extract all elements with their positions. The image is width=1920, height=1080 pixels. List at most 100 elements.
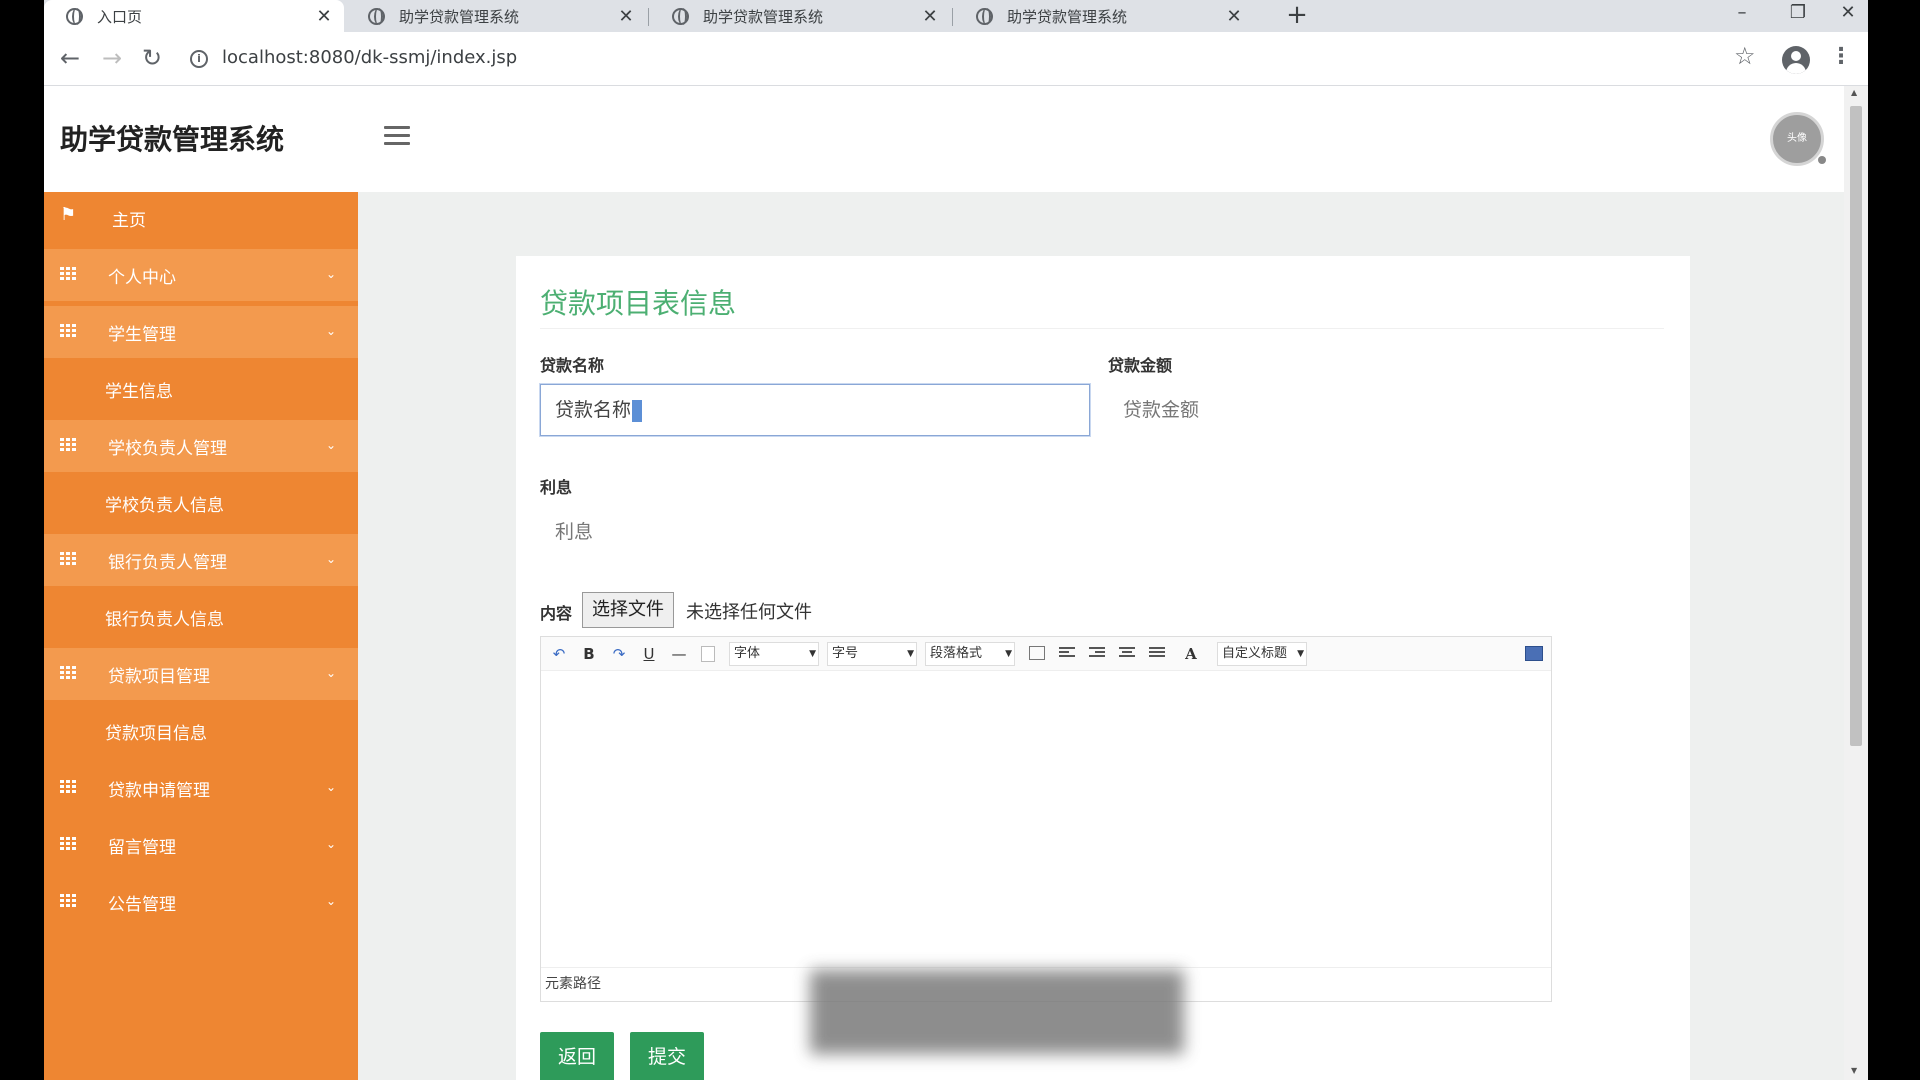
sidebar-item-school-manager-info[interactable]: 学校负责人信息 — [44, 477, 358, 529]
tab-entry-page[interactable]: 入口页 ✕ — [44, 0, 344, 32]
redo-icon[interactable]: ↷ — [609, 643, 629, 665]
loan-amount-input[interactable]: 贷款金额 — [1108, 384, 1658, 436]
align-center-icon[interactable] — [1119, 647, 1135, 661]
new-tab-button[interactable]: + — [1282, 1, 1312, 31]
interest-label: 利息 — [540, 478, 573, 497]
url-field[interactable]: localhost:8080/dk-ssmj/index.jsp — [222, 47, 517, 68]
underline-button[interactable]: U — [639, 643, 659, 665]
tab-title: 入口页 — [97, 7, 143, 26]
custom-title-select[interactable]: 自定义标题 ▼ — [1217, 642, 1307, 666]
close-icon[interactable]: ✕ — [616, 6, 636, 27]
globe-icon — [976, 7, 993, 25]
sidebar-item-loan-project-management[interactable]: 贷款项目管理 ⌄ — [44, 648, 358, 700]
restore-button[interactable]: ❐ — [1778, 0, 1818, 28]
align-justify-icon[interactable] — [1149, 647, 1165, 661]
interest-input[interactable]: 利息 — [540, 506, 1090, 558]
account-icon[interactable] — [1782, 46, 1810, 74]
close-icon[interactable]: ✕ — [314, 6, 334, 27]
back-button[interactable]: ← — [54, 42, 86, 74]
browser-window: 入口页 ✕ 助学贷款管理系统 ✕ 助学贷款管理系统 ✕ 助学贷款管理系统 ✕ +… — [44, 0, 1868, 1080]
font-size-value: 字号 — [832, 646, 859, 661]
sidebar-item-label: 学校负责人信息 — [105, 495, 224, 516]
minimize-button[interactable]: – — [1722, 0, 1762, 28]
file-status-text: 未选择任何文件 — [686, 602, 812, 623]
paste-icon[interactable] — [701, 646, 715, 662]
tab-loan-system-3[interactable]: 助学贷款管理系统 ✕ — [954, 0, 1254, 32]
submit-button[interactable]: 提交 — [630, 1032, 705, 1080]
chevron-down-icon: ⌄ — [326, 438, 337, 452]
undo-icon[interactable]: ↶ — [549, 643, 569, 665]
font-color-button[interactable]: A — [1177, 643, 1205, 665]
page-scrollbar[interactable]: ▲ ▼ — [1844, 86, 1868, 1080]
chevron-down-icon: ⌄ — [326, 324, 337, 338]
sidebar-item-bank-manager-management[interactable]: 银行负责人管理 ⌄ — [44, 534, 358, 586]
font-size-select[interactable]: 字号 ▼ — [827, 642, 917, 666]
grid-icon — [60, 552, 76, 566]
sidebar-item-home[interactable]: ⚑ 主页 — [44, 192, 358, 244]
sidebar-item-bank-manager-info[interactable]: 银行负责人信息 — [44, 591, 358, 643]
loan-name-input[interactable]: 贷款名称 — [540, 384, 1090, 436]
scroll-up-arrow[interactable]: ▲ — [1851, 88, 1857, 97]
sidebar-item-loan-project-info[interactable]: 贷款项目信息 — [44, 705, 358, 757]
tab-loan-system-1[interactable]: 助学贷款管理系统 ✕ — [346, 0, 646, 32]
sidebar-item-label: 学生管理 — [108, 324, 176, 345]
fullscreen-icon[interactable] — [1525, 646, 1543, 661]
forward-button[interactable]: → — [96, 42, 128, 74]
hamburger-menu-icon[interactable] — [384, 126, 410, 146]
chevron-down-icon: ⌄ — [326, 894, 337, 908]
reload-button[interactable]: ↻ — [136, 42, 168, 74]
sidebar-item-school-manager-management[interactable]: 学校负责人管理 ⌄ — [44, 420, 358, 472]
tab-separator — [952, 8, 953, 26]
scroll-thumb[interactable] — [1850, 106, 1862, 746]
grid-icon — [60, 666, 76, 680]
page-title: 贷款项目表信息 — [540, 287, 737, 320]
tab-title: 助学贷款管理系统 — [399, 7, 520, 26]
grid-icon — [60, 267, 76, 281]
close-window-button[interactable]: ✕ — [1828, 0, 1868, 28]
sidebar-item-label: 贷款项目管理 — [108, 666, 210, 687]
horizontal-rule-button[interactable]: — — [669, 643, 689, 665]
sidebar-item-personal-center[interactable]: 个人中心 ⌄ — [44, 249, 358, 301]
sidebar-item-message-management[interactable]: 留言管理 ⌄ — [44, 819, 358, 871]
sidebar-item-label: 公告管理 — [108, 894, 176, 915]
app-brand: 助学贷款管理系统 — [60, 123, 285, 156]
address-bar: ← → ↻ i localhost:8080/dk-ssmj/index.jsp… — [44, 32, 1868, 86]
bold-button[interactable]: B — [579, 643, 599, 665]
tab-loan-system-2[interactable]: 助学贷款管理系统 ✕ — [650, 0, 950, 32]
bookmark-star-icon[interactable]: ☆ — [1734, 42, 1756, 70]
sidebar-item-student-management[interactable]: 学生管理 ⌄ — [44, 306, 358, 358]
sidebar-item-announcement-management[interactable]: 公告管理 ⌄ — [44, 876, 358, 928]
sidebar-item-student-info[interactable]: 学生信息 — [44, 363, 358, 415]
close-icon[interactable]: ✕ — [920, 6, 940, 27]
paragraph-format-select[interactable]: 段落格式 ▼ — [925, 642, 1015, 666]
tab-separator — [648, 8, 649, 26]
sidebar-item-label: 贷款项目信息 — [105, 723, 207, 744]
scroll-down-arrow[interactable]: ▼ — [1851, 1066, 1857, 1075]
sidebar-item-label: 学生信息 — [105, 381, 173, 402]
loan-name-value: 贷款名称 — [555, 399, 632, 421]
choose-file-button[interactable]: 选择文件 — [582, 592, 674, 628]
status-dot — [1818, 156, 1826, 164]
rich-text-editor: ↶ B ↷ U — 字体 ▼ 字号 ▼ 段落格式 ▼ A 自定义标题 ▼ 元素路… — [540, 636, 1552, 1002]
browser-menu-icon[interactable]: ⋮ — [1830, 44, 1852, 69]
align-right-icon[interactable] — [1089, 647, 1105, 661]
font-family-select[interactable]: 字体 ▼ — [729, 642, 819, 666]
grid-icon — [60, 894, 76, 908]
info-icon[interactable]: i — [190, 50, 208, 68]
avatar[interactable]: 头像 — [1770, 112, 1824, 166]
sidebar-item-label: 银行负责人管理 — [108, 552, 227, 573]
chevron-down-icon: ⌄ — [326, 552, 337, 566]
text-cursor — [632, 399, 643, 422]
align-left-icon[interactable] — [1059, 647, 1075, 661]
table-icon[interactable] — [1029, 646, 1045, 660]
grid-icon — [60, 780, 76, 794]
editor-body[interactable] — [541, 671, 1551, 967]
close-icon[interactable]: ✕ — [1224, 6, 1244, 27]
sidebar-item-loan-application-management[interactable]: 贷款申请管理 ⌄ — [44, 762, 358, 814]
flag-icon: ⚑ — [60, 204, 77, 225]
back-button[interactable]: 返回 — [540, 1032, 615, 1080]
loan-name-label: 贷款名称 — [540, 356, 605, 375]
blurred-overlay — [810, 970, 1184, 1054]
font-family-value: 字体 — [734, 646, 761, 661]
form-panel: 贷款项目表信息 贷款名称 贷款名称 贷款金额 贷款金额 利息 利息 内容 选择文… — [516, 256, 1690, 1080]
